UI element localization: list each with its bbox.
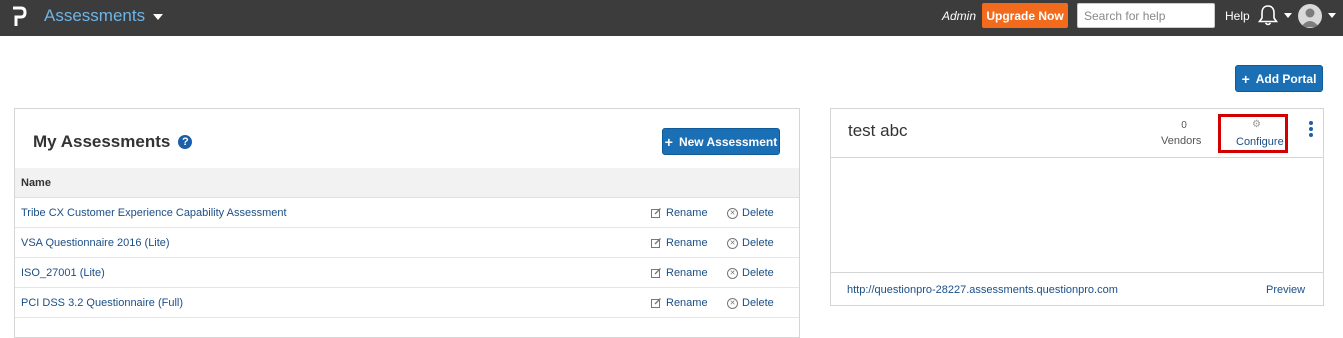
assessment-name-link[interactable]: PCI DSS 3.2 Questionnaire (Full)	[21, 297, 183, 309]
assessment-name-link[interactable]: ISO_27001 (Lite)	[21, 267, 105, 279]
portal-card-header: test abc 0 Vendors ⚙ Configure	[831, 109, 1323, 158]
add-portal-label: Add Portal	[1255, 71, 1317, 86]
plus-icon: +	[1241, 70, 1250, 87]
delete-circle-icon: ✕	[727, 237, 738, 249]
app-title: Assessments	[44, 6, 146, 25]
delete-circle-icon: ✕	[727, 267, 738, 279]
rename-label: Rename	[666, 207, 708, 219]
questionpro-logo-icon[interactable]	[11, 6, 27, 28]
configure-label: Configure	[1236, 136, 1284, 148]
assessment-name-link[interactable]: VSA Questionnaire 2016 (Lite)	[21, 237, 170, 249]
top-navigation-bar: Assessments Admin Upgrade Now Help	[0, 0, 1343, 36]
upgrade-now-button[interactable]: Upgrade Now	[982, 3, 1068, 28]
rename-label: Rename	[666, 267, 708, 279]
caret-down-icon	[153, 14, 164, 20]
user-avatar-icon[interactable]	[1298, 4, 1322, 28]
my-assessments-panel: My Assessments ? + New Assessment Name T…	[14, 108, 800, 338]
app-switcher[interactable]: Assessments	[44, 6, 164, 26]
add-portal-button[interactable]: + Add Portal	[1235, 65, 1323, 92]
kebab-menu-icon[interactable]	[1308, 121, 1314, 139]
delete-circle-icon: ✕	[727, 297, 738, 309]
delete-button[interactable]: ✕ Delete	[727, 297, 774, 309]
notifications-caret-icon[interactable]	[1284, 13, 1292, 18]
vendor-count: 0	[1181, 120, 1187, 131]
help-search-input[interactable]	[1082, 7, 1196, 24]
table-row: VSA Questionnaire 2016 (Lite) Rename ✕ D…	[15, 228, 799, 258]
delete-label: Delete	[742, 267, 774, 279]
edit-icon	[651, 238, 661, 248]
table-row: PCI DSS 3.2 Questionnaire (Full) Rename …	[15, 288, 799, 318]
new-assessment-button[interactable]: + New Assessment	[662, 128, 780, 155]
rename-label: Rename	[666, 297, 708, 309]
help-circle-icon[interactable]: ?	[178, 135, 193, 149]
configure-button[interactable]: ⚙ Configure	[1219, 116, 1289, 154]
help-link[interactable]: Help	[1225, 9, 1250, 23]
delete-label: Delete	[742, 237, 774, 249]
panel-title: My Assessments	[33, 132, 171, 151]
vendors-label: Vendors	[1161, 135, 1202, 147]
edit-icon	[651, 298, 661, 308]
delete-button[interactable]: ✕ Delete	[727, 237, 774, 249]
portal-card: test abc 0 Vendors ⚙ Configure http://qu…	[830, 108, 1324, 306]
user-menu-caret-icon[interactable]	[1328, 13, 1336, 18]
portal-card-footer: http://questionpro-28227.assessments.que…	[831, 272, 1323, 306]
table-header: Name	[15, 168, 799, 198]
rename-button[interactable]: Rename	[651, 237, 708, 249]
edit-icon	[651, 208, 661, 218]
delete-circle-icon: ✕	[727, 207, 738, 219]
delete-button[interactable]: ✕ Delete	[727, 207, 774, 219]
table-row: Tribe CX Customer Experience Capability …	[15, 198, 799, 228]
rename-button[interactable]: Rename	[651, 207, 708, 219]
table-row: ISO_27001 (Lite) Rename ✕ Delete	[15, 258, 799, 288]
rename-button[interactable]: Rename	[651, 297, 708, 309]
admin-label[interactable]: Admin	[942, 9, 976, 23]
preview-link[interactable]: Preview	[1266, 284, 1305, 296]
delete-label: Delete	[742, 297, 774, 309]
portal-url-link[interactable]: http://questionpro-28227.assessments.que…	[847, 284, 1118, 296]
new-assessment-label: New Assessment	[678, 134, 778, 149]
assessment-name-link[interactable]: Tribe CX Customer Experience Capability …	[21, 207, 287, 219]
rename-button[interactable]: Rename	[651, 267, 708, 279]
delete-button[interactable]: ✕ Delete	[727, 267, 774, 279]
bell-icon[interactable]	[1257, 3, 1279, 27]
panel-header: My Assessments ?	[33, 132, 193, 152]
column-header-name: Name	[21, 176, 51, 189]
edit-icon	[651, 268, 661, 278]
delete-label: Delete	[742, 207, 774, 219]
portal-title: test abc	[848, 121, 908, 140]
plus-icon: +	[664, 133, 673, 150]
gear-icon: ⚙	[1252, 119, 1261, 130]
help-search-box[interactable]	[1077, 3, 1215, 28]
rename-label: Rename	[666, 237, 708, 249]
